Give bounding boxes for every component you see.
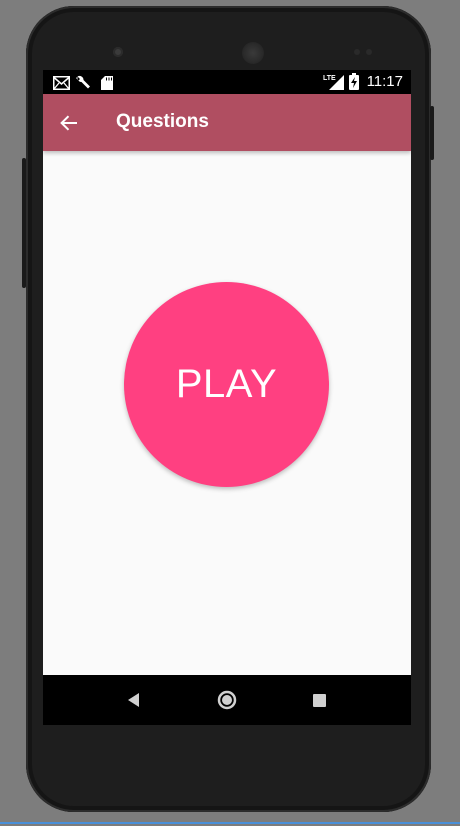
navigation-bar (43, 675, 411, 725)
speaker-icon (242, 42, 264, 64)
wrench-icon (75, 75, 91, 94)
lte-signal-icon: LTE (323, 73, 345, 94)
main-content: PLAY (43, 151, 411, 675)
emulator-background: LTE 11:17 Questions PLAY (0, 0, 460, 826)
volume-button (22, 158, 26, 288)
arrow-back-icon (60, 115, 77, 131)
nav-home-button[interactable] (212, 685, 242, 715)
power-button (430, 106, 434, 160)
recents-square-icon (312, 693, 326, 707)
sensor-icon (366, 49, 372, 55)
home-circle-icon (217, 690, 237, 710)
battery-charging-icon (349, 73, 359, 94)
device-screen: LTE 11:17 Questions PLAY (43, 70, 411, 725)
status-bar: LTE 11:17 (43, 70, 411, 94)
app-toolbar: Questions (43, 94, 411, 151)
status-time: 11:17 (366, 73, 403, 90)
play-button-label: PLAY (175, 362, 278, 406)
back-button[interactable] (53, 107, 85, 139)
gmail-icon (53, 75, 70, 94)
svg-text:LTE: LTE (323, 75, 336, 82)
back-triangle-icon (128, 693, 139, 707)
nav-recents-button[interactable] (304, 685, 334, 715)
window-edge-line (0, 822, 460, 824)
front-camera-icon (113, 47, 123, 57)
sd-card-icon (101, 75, 113, 94)
play-button[interactable]: PLAY (124, 282, 329, 487)
sensor-icon (354, 49, 360, 55)
nav-back-button[interactable] (119, 685, 149, 715)
page-title: Questions (116, 111, 209, 132)
